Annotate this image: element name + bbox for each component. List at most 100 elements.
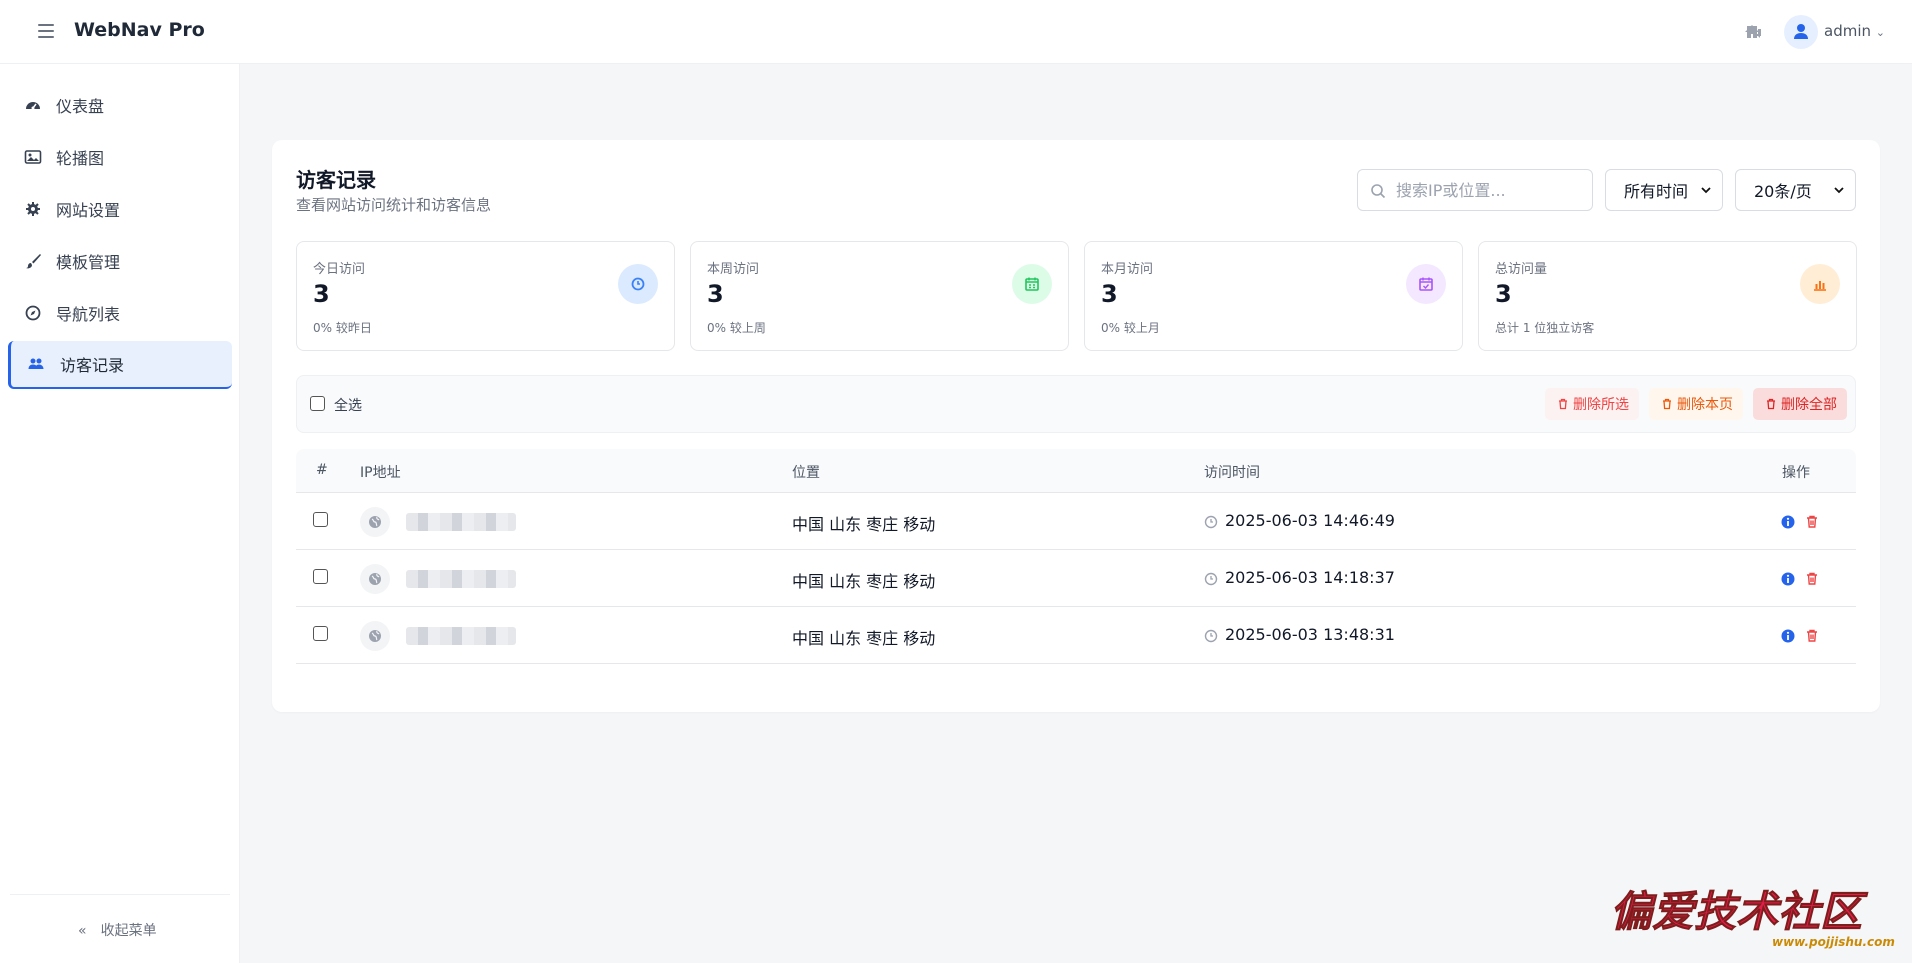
table-row: 中国 山东 枣庄 移动 2025-06-03 14:46:49 xyxy=(296,493,1856,550)
avatar[interactable] xyxy=(1784,15,1818,49)
stat-label: 本周访问 xyxy=(707,262,760,277)
sidebar-item-nav-list[interactable]: 导航列表 xyxy=(10,290,232,336)
column-header-time: 访问时间 xyxy=(1204,465,1260,481)
info-icon[interactable] xyxy=(1780,571,1796,587)
sidebar-item-visitor-logs[interactable]: 访客记录 xyxy=(8,341,232,389)
column-header-location: 位置 xyxy=(792,465,820,481)
visitor-logs-card: 访客记录 查看网站访问统计和访客信息 所有时间 20条/页 今日访问 3 0% … xyxy=(272,140,1880,712)
sidebar-item-label: 访客记录 xyxy=(60,356,125,375)
stat-label: 今日访问 xyxy=(313,262,366,277)
dashboard-icon xyxy=(26,102,40,110)
search-box xyxy=(1357,169,1593,211)
home-icon[interactable] xyxy=(1742,22,1762,42)
ip-address-redacted xyxy=(406,513,516,531)
calendar-week-icon xyxy=(1012,264,1052,304)
page-size-value: 20条/页 xyxy=(1754,182,1812,201)
sidebar-item-templates[interactable]: 模板管理 xyxy=(10,238,232,284)
info-icon[interactable] xyxy=(1780,628,1796,644)
table-row: 中国 山东 枣庄 移动 2025-06-03 13:48:31 xyxy=(296,607,1856,664)
table-header: # IP地址 位置 访问时间 操作 xyxy=(296,449,1856,493)
globe-icon xyxy=(360,507,390,537)
row-time: 2025-06-03 14:18:37 xyxy=(1225,568,1395,587)
trash-icon[interactable] xyxy=(1804,514,1820,530)
sidebar-item-carousel[interactable]: 轮播图 xyxy=(10,134,232,180)
compass-icon xyxy=(25,305,41,321)
delete-selected-button[interactable]: 删除所选 xyxy=(1545,388,1639,420)
app-title: WebNav Pro xyxy=(74,19,205,41)
sidebar-item-label: 仪表盘 xyxy=(56,97,105,116)
user-name-label: admin xyxy=(1824,22,1871,40)
stat-note: 总计 1 位独立访客 xyxy=(1495,321,1595,335)
delete-selected-label: 删除所选 xyxy=(1573,397,1629,413)
chevron-down-icon xyxy=(1834,187,1844,194)
watermark-text: 偏爱技术社区 xyxy=(1610,887,1869,936)
calendar-check-icon xyxy=(1406,264,1446,304)
globe-icon xyxy=(360,564,390,594)
stat-card-total: 总访问量 3 总计 1 位独立访客 xyxy=(1478,241,1857,351)
search-icon xyxy=(1371,184,1386,199)
time-filter-value: 所有时间 xyxy=(1624,182,1689,201)
row-checkbox[interactable] xyxy=(313,626,328,641)
row-location: 中国 山东 枣庄 移动 xyxy=(792,515,936,534)
trash-icon xyxy=(1767,398,1775,410)
sidebar-item-dashboard[interactable]: 仪表盘 xyxy=(10,82,232,128)
page-title: 访客记录 xyxy=(296,168,376,192)
stat-card-week: 本周访问 3 0% 较上周 xyxy=(690,241,1069,351)
ip-address-redacted xyxy=(406,570,516,588)
ip-address-redacted xyxy=(406,627,516,645)
image-icon xyxy=(24,150,42,164)
stat-note: 0% 较昨日 xyxy=(313,321,372,335)
delete-all-button[interactable]: 删除全部 xyxy=(1753,388,1847,420)
stat-label: 本月访问 xyxy=(1101,262,1154,277)
delete-all-label: 删除全部 xyxy=(1781,397,1837,413)
watermark-logo: 偏爱技术社区 www.pojjishu.com xyxy=(1610,887,1895,949)
time-filter-select[interactable]: 所有时间 xyxy=(1605,169,1723,211)
trash-icon[interactable] xyxy=(1804,628,1820,644)
row-time: 2025-06-03 14:46:49 xyxy=(1225,511,1395,530)
globe-icon xyxy=(360,621,390,651)
column-header-actions: 操作 xyxy=(1782,465,1810,481)
stat-label: 总访问量 xyxy=(1495,262,1548,277)
chevron-down-icon xyxy=(1701,187,1711,194)
double-chevron-left-icon: « xyxy=(78,923,87,939)
sidebar-item-label: 模板管理 xyxy=(56,253,121,272)
user-icon xyxy=(1794,24,1808,39)
column-header-index: # xyxy=(316,462,328,478)
page-size-select[interactable]: 20条/页 xyxy=(1735,169,1856,211)
stat-value: 3 xyxy=(313,280,330,308)
stat-note: 0% 较上月 xyxy=(1101,321,1160,335)
info-icon[interactable] xyxy=(1780,514,1796,530)
sidebar-item-label: 导航列表 xyxy=(56,305,121,324)
sidebar-item-label: 轮播图 xyxy=(56,149,105,168)
column-header-ip: IP地址 xyxy=(360,465,401,481)
row-location: 中国 山东 枣庄 移动 xyxy=(792,629,936,648)
chevron-down-icon: ⌄ xyxy=(1875,26,1885,39)
gear-icon xyxy=(26,202,40,216)
row-checkbox[interactable] xyxy=(313,569,328,584)
collapse-menu-label: 收起菜单 xyxy=(100,923,157,939)
search-input[interactable] xyxy=(1396,178,1586,202)
users-icon xyxy=(28,358,44,369)
sidebar-item-site-settings[interactable]: 网站设置 xyxy=(10,186,232,232)
watermark-url: www.pojjishu.com xyxy=(1772,935,1895,949)
stat-note: 0% 较上周 xyxy=(707,321,766,335)
clock-icon xyxy=(618,264,658,304)
bar-chart-icon xyxy=(1800,264,1840,304)
select-all-checkbox[interactable] xyxy=(310,396,325,411)
user-menu[interactable]: admin ⌄ xyxy=(1824,22,1885,40)
top-bar: WebNav Pro admin ⌄ xyxy=(0,0,1912,64)
table-row: 中国 山东 枣庄 移动 2025-06-03 14:18:37 xyxy=(296,550,1856,607)
row-checkbox[interactable] xyxy=(313,512,328,527)
clock-icon xyxy=(1204,629,1218,643)
stat-card-today: 今日访问 3 0% 较昨日 xyxy=(296,241,675,351)
trash-icon[interactable] xyxy=(1804,571,1820,587)
sidebar-divider xyxy=(10,894,230,895)
sidebar: 仪表盘 轮播图 网站设置 模板管理 导航列表 访客记录 « 收起菜单 xyxy=(0,64,240,963)
select-all-label: 全选 xyxy=(334,398,362,414)
menu-toggle-icon[interactable] xyxy=(38,24,54,38)
stat-value: 3 xyxy=(707,280,724,308)
delete-page-label: 删除本页 xyxy=(1677,397,1733,413)
collapse-menu-button[interactable]: « 收起菜单 xyxy=(78,920,157,940)
trash-icon xyxy=(1663,398,1671,410)
delete-page-button[interactable]: 删除本页 xyxy=(1649,388,1743,420)
